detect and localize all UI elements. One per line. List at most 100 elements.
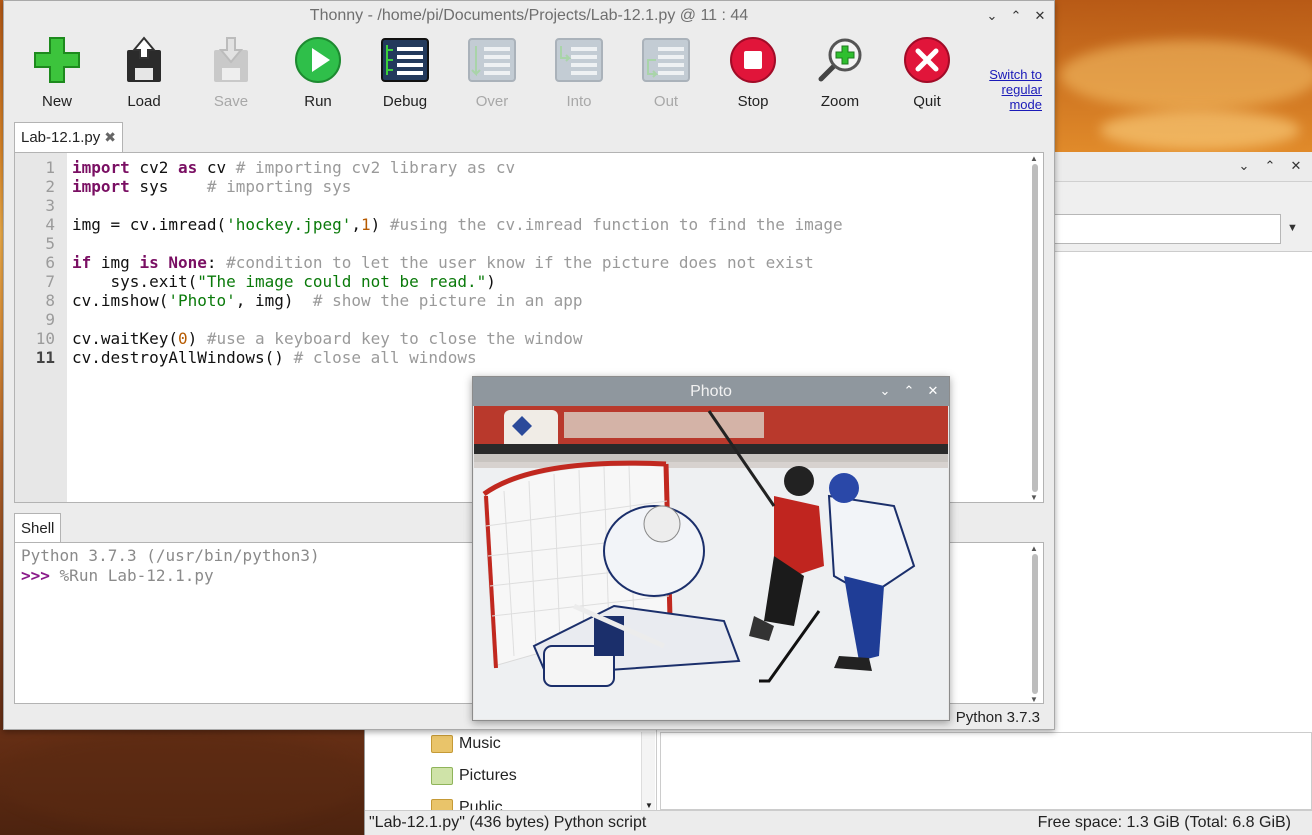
line-number: 1	[45, 158, 55, 177]
line-number: 4	[45, 215, 55, 234]
music-folder-icon	[431, 735, 453, 753]
step-over-icon	[467, 35, 517, 85]
code-line[interactable]: cv.imshow('Photo', img) # show the pictu…	[72, 291, 843, 310]
minimize-icon[interactable]: ⌄	[877, 382, 893, 400]
line-number: 7	[45, 272, 55, 291]
maximize-icon[interactable]: ⌃	[1008, 7, 1024, 25]
code-line[interactable]: import sys # importing sys	[72, 177, 843, 196]
shell-output: Python 3.7.3 (/usr/bin/python3) >>> %Run …	[21, 546, 320, 586]
step-out-label: Out	[653, 93, 679, 110]
code-line[interactable]: import cv2 as cv # importing cv2 library…	[72, 158, 843, 177]
step-into-button[interactable]: Into	[544, 35, 614, 111]
line-number-current: 11	[35, 348, 55, 367]
sidebar-scrollbar[interactable]: ▼	[641, 732, 655, 812]
code-line[interactable]	[72, 234, 843, 253]
line-number: 9	[45, 310, 55, 329]
zoom-label: Zoom	[820, 93, 860, 110]
scrollbar-thumb[interactable]	[1032, 554, 1038, 694]
save-label: Save	[213, 93, 249, 110]
zoom-icon	[815, 35, 865, 85]
wallpaper-cloud	[1060, 40, 1312, 110]
zoom-button[interactable]: Zoom	[805, 35, 875, 111]
sidebar-item-music[interactable]: Music	[431, 732, 501, 756]
shell-prompt: >>>	[21, 566, 50, 585]
line-number: 10	[35, 329, 55, 348]
line-number: 8	[45, 291, 55, 310]
file-list-pane[interactable]	[660, 732, 1312, 810]
line-number-gutter: 1 2 3 4 5 6 7 8 9 10 11	[15, 153, 67, 502]
window-title: Thonny - /home/pi/Documents/Projects/Lab…	[309, 7, 749, 24]
load-button[interactable]: Load	[109, 35, 179, 111]
step-out-button[interactable]: Out	[631, 35, 701, 111]
sidebar-item-label: Music	[459, 735, 501, 752]
quit-button[interactable]: Quit	[892, 35, 962, 111]
scroll-up-icon[interactable]: ▲	[1030, 154, 1038, 163]
code-line[interactable]: if img is None: #condition to let the us…	[72, 253, 843, 272]
line-number: 3	[45, 196, 55, 215]
editor-scrollbar[interactable]: ▲ ▼	[1029, 154, 1041, 502]
run-icon	[293, 35, 343, 85]
line-number: 5	[45, 234, 55, 253]
code-line[interactable]: cv.destroyAllWindows() # close all windo…	[72, 348, 843, 367]
code-line[interactable]: img = cv.imread('hockey.jpeg',1) #using …	[72, 215, 843, 234]
scroll-down-icon[interactable]: ▼	[645, 801, 653, 810]
code-line[interactable]: cv.waitKey(0) #use a keyboard key to clo…	[72, 329, 843, 348]
quit-label: Quit	[913, 93, 941, 110]
sidebar-item-pictures[interactable]: Pictures	[431, 764, 517, 788]
code-line[interactable]	[72, 310, 843, 329]
new-label: New	[41, 93, 72, 110]
new-icon	[32, 35, 82, 85]
run-button[interactable]: Run	[283, 35, 353, 111]
shell-scrollbar[interactable]: ▲ ▼	[1029, 544, 1041, 704]
photo-window: Photo ⌄ ⌃ ✕	[472, 376, 950, 721]
sidebar-item-label: Pictures	[459, 767, 517, 784]
wallpaper-cloud	[0, 730, 360, 830]
step-over-button[interactable]: Over	[457, 35, 527, 111]
save-button[interactable]: Save	[196, 35, 266, 111]
run-label: Run	[304, 93, 332, 110]
scroll-down-icon[interactable]: ▼	[1030, 695, 1038, 704]
python-version-line: Python 3.7.3 (/usr/bin/python3)	[21, 546, 320, 565]
close-tab-icon[interactable]: ✖	[104, 129, 116, 146]
scroll-up-icon[interactable]: ▲	[1030, 544, 1038, 553]
step-into-label: Into	[566, 93, 592, 110]
close-icon[interactable]: ✕	[1288, 157, 1304, 175]
tab-lab-12-1-py[interactable]: Lab-12.1.py ✖	[14, 122, 123, 152]
path-dropdown-icon[interactable]: ▼	[1287, 222, 1298, 234]
switch-to-regular-mode-link[interactable]: Switch to regular mode	[972, 67, 1042, 112]
code-text[interactable]: import cv2 as cv # importing cv2 library…	[72, 158, 843, 367]
step-into-icon	[554, 35, 604, 85]
line-number: 6	[45, 253, 55, 272]
minimize-icon[interactable]: ⌄	[1236, 157, 1252, 175]
tab-shell[interactable]: Shell	[14, 513, 62, 543]
selected-file-info: "Lab-12.1.py" (436 bytes) Python script	[369, 814, 647, 831]
path-input[interactable]	[1045, 214, 1281, 244]
hockey-photo	[474, 406, 948, 719]
code-line[interactable]: sys.exit("The image could not be read.")	[72, 272, 843, 291]
file-manager-sidebar: Music Pictures Public	[365, 722, 657, 812]
maximize-icon[interactable]: ⌃	[1262, 157, 1278, 175]
file-manager-statusbar: "Lab-12.1.py" (436 bytes) Python script …	[365, 810, 1312, 835]
code-line[interactable]	[72, 196, 843, 215]
step-out-icon	[641, 35, 691, 85]
close-icon[interactable]: ✕	[925, 382, 941, 400]
scrollbar-thumb[interactable]	[1032, 164, 1038, 492]
pictures-folder-icon	[431, 767, 453, 785]
debug-label: Debug	[382, 93, 428, 110]
minimize-icon[interactable]: ⌄	[984, 7, 1000, 25]
scroll-down-icon[interactable]: ▼	[1030, 493, 1038, 502]
save-icon	[206, 35, 256, 85]
tab-label: Shell	[21, 520, 55, 537]
new-button[interactable]: New	[22, 35, 92, 111]
stop-button[interactable]: Stop	[718, 35, 788, 111]
debug-button[interactable]: Debug	[370, 35, 440, 111]
tab-label: Lab-12.1.py	[21, 129, 101, 146]
toolbar: New Load Save Run Debug Over Into Out St…	[4, 31, 1054, 115]
quit-icon	[902, 35, 952, 85]
close-icon[interactable]: ✕	[1032, 7, 1048, 25]
maximize-icon[interactable]: ⌃	[901, 382, 917, 400]
interpreter-status[interactable]: Python 3.7.3	[956, 709, 1040, 726]
wallpaper-cloud	[1100, 110, 1300, 150]
load-label: Load	[127, 93, 161, 110]
stop-label: Stop	[737, 93, 769, 110]
